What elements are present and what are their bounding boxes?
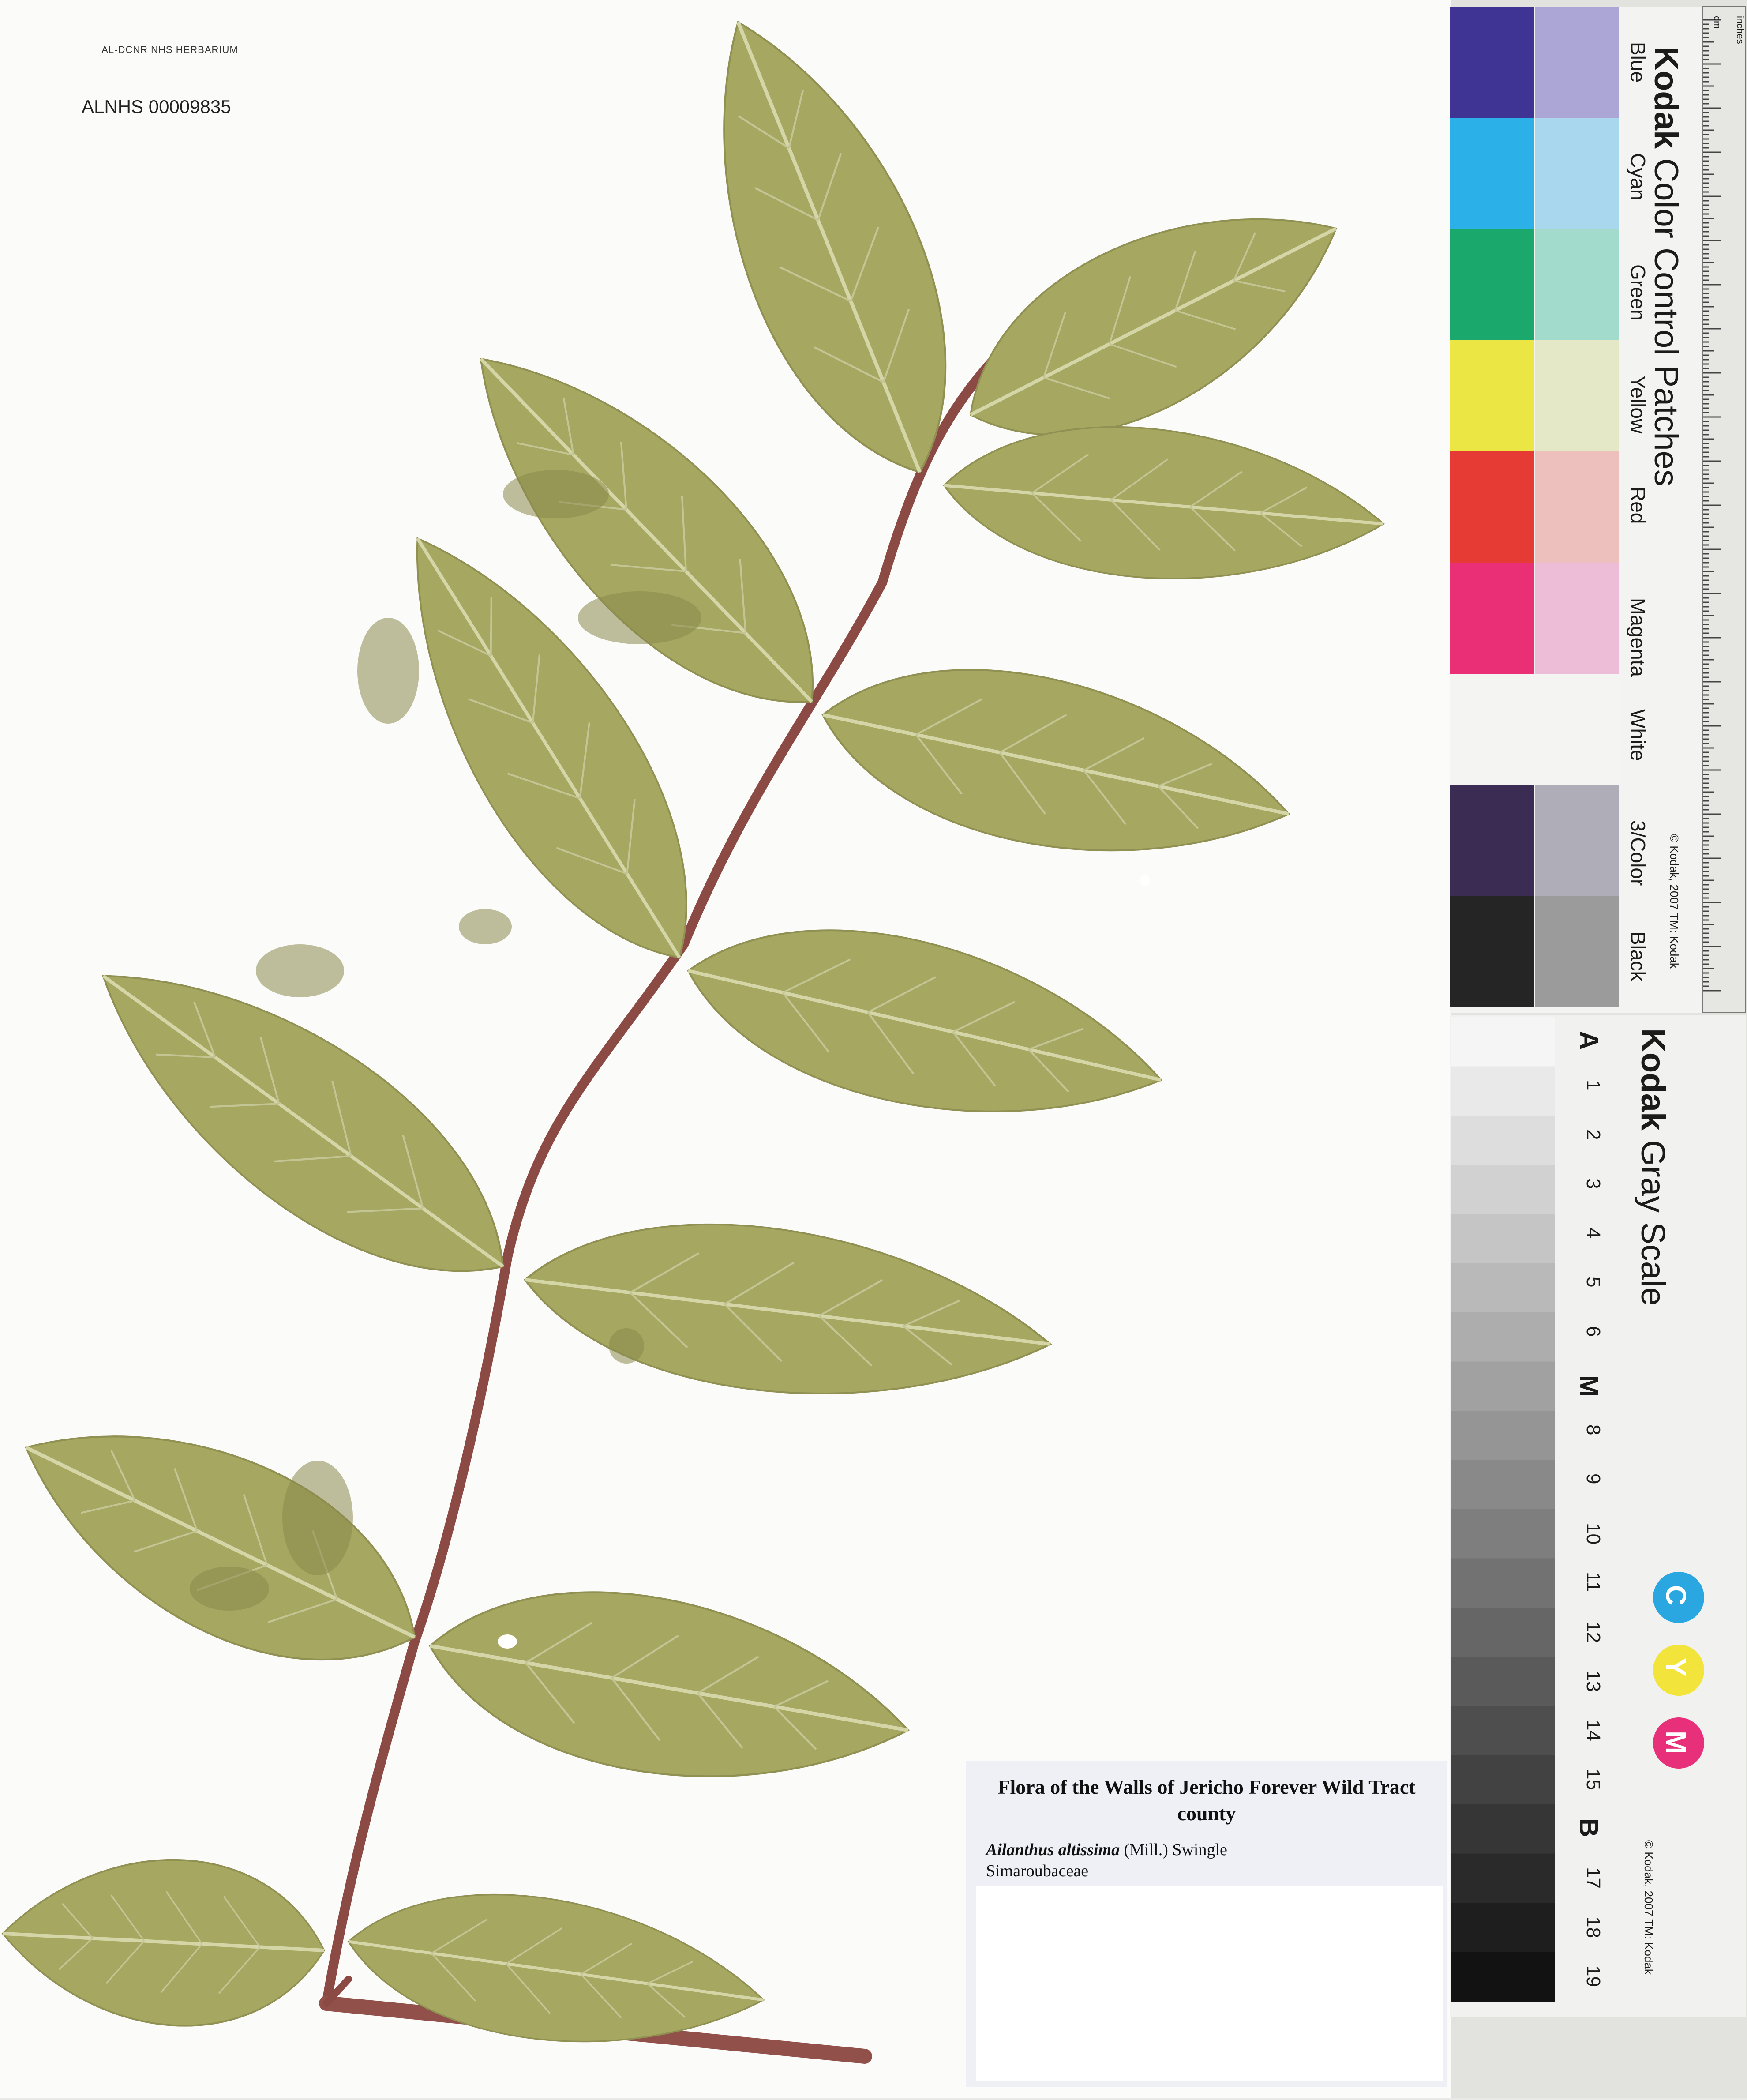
patch-3-color-dark [1450,785,1534,896]
gray-step-label: 17 [1582,1867,1604,1889]
patch-black-light [1535,896,1619,1007]
patch-magenta-dark [1450,563,1534,674]
gray-step-label: 14 [1582,1719,1604,1741]
cmy-letter: M [1660,1731,1692,1754]
patch-label: Blue [1627,42,1650,83]
patch-label: Red [1627,487,1650,524]
gray-step-label: M [1574,1375,1604,1397]
cmy-letter: Y [1660,1658,1692,1677]
gray-step [1451,1509,1555,1559]
barcode-number: ALNHS 00009835 [82,96,231,117]
gray-card-title-text: Gray Scale [1634,1140,1672,1306]
gray-step [1451,1755,1555,1805]
patch-green-dark [1450,229,1534,340]
patch-label: Green [1627,264,1650,321]
gray-step-label: 11 [1582,1572,1604,1592]
gray-step-label: 3 [1582,1178,1604,1189]
gray-step [1451,1411,1555,1461]
label-taxon: Ailanthus altissima (Mill.) Swingle [986,1840,1227,1860]
gray-step [1451,1804,1555,1854]
patch-yellow-light [1535,340,1619,451]
taxon-name: Ailanthus altissima [986,1841,1120,1859]
gray-step [1451,1214,1555,1264]
gray-step-label: 19 [1582,1965,1604,1987]
gray-step-label: 2 [1582,1129,1604,1140]
gray-step [1451,1608,1555,1657]
patch-green-light [1535,229,1619,340]
patch-cyan-dark [1450,118,1534,229]
gray-step [1451,1263,1555,1313]
patch-blue-light [1535,7,1619,118]
specimen-label: Flora of the Walls of Jericho Forever Wi… [966,1761,1447,2087]
gray-step [1451,1312,1555,1362]
patch-label: White [1627,709,1650,761]
barcode-label: AL-DCNR NHS HERBARIUM ALNHS 00009835 [66,44,274,119]
patch-label: Cyan [1627,153,1650,201]
gray-step [1451,1903,1555,1953]
gray-step-label: 15 [1582,1769,1604,1791]
gray-step [1451,1116,1555,1165]
patch-yellow-dark [1450,340,1534,451]
gray-step [1451,1165,1555,1214]
gray-step-label: 1 [1582,1080,1604,1091]
gray-step-label: A [1574,1030,1604,1050]
patch-3-color-light [1535,785,1619,896]
patch-label: Magenta [1627,598,1650,677]
gray-step-label: 8 [1582,1424,1604,1435]
label-family: Simaroubaceae [986,1862,1089,1880]
gray-step [1451,1460,1555,1510]
gray-step [1451,1361,1555,1411]
cmy-letter: C [1660,1585,1692,1606]
gray-step-label: 5 [1582,1277,1604,1288]
patch-black-dark [1450,896,1534,1007]
gray-step [1451,1558,1555,1608]
gray-step [1451,1853,1555,1903]
patch-blue-dark [1450,7,1534,118]
patch-cyan-light [1535,118,1619,229]
color-card-brand: Kodak [1647,46,1685,149]
taxon-authority: (Mill.) Swingle [1124,1841,1227,1859]
gray-step-label: B [1574,1818,1604,1837]
gray-step-label: 18 [1582,1916,1604,1938]
barcode-header: AL-DCNR NHS HERBARIUM [101,44,238,55]
gray-step-label: 4 [1582,1227,1604,1239]
patch-label: Black [1627,932,1650,981]
patch-label: 3/Color [1627,820,1650,886]
patch-magenta-light [1535,563,1619,674]
gray-step [1451,1657,1555,1706]
color-card-title-text: Color Control Patches [1647,158,1685,486]
gray-step-label: 12 [1582,1621,1604,1643]
color-card-title: Kodak Color Control Patches [1647,46,1685,486]
patch-red-dark [1450,451,1534,563]
gray-scale-card [1450,1015,1746,2017]
label-title: Flora of the Walls of Jericho Forever Wi… [997,1776,1416,1825]
gray-step-label: 10 [1582,1522,1604,1544]
gray-step [1451,1706,1555,1756]
patch-white-dark [1450,674,1534,785]
gray-step-label: 6 [1582,1326,1604,1337]
gray-step [1451,1066,1555,1116]
label-blank-area [976,1886,1443,2081]
gray-step-label: 9 [1582,1473,1604,1484]
patch-red-light [1535,451,1619,563]
gray-card-copyright: © Kodak, 2007 TM: Kodak [1642,1840,1655,1975]
gray-card-brand: Kodak [1634,1028,1672,1131]
gray-steps [1451,1017,1555,2002]
patch-label: Yellow [1627,376,1650,434]
patch-white-light [1535,674,1619,785]
gray-step [1451,1017,1555,1067]
color-control-card [1450,6,1746,1013]
ruler-unit-inches: inches [1735,16,1746,44]
color-card-copyright: © Kodak, 2007 TM: Kodak [1668,834,1681,969]
gray-step [1451,1952,1555,2002]
specimen-image [0,0,1747,2098]
gray-card-title: Kodak Gray Scale [1634,1028,1672,1306]
ruler-unit-cm: cm [1712,16,1723,29]
gray-step-label: 13 [1582,1670,1604,1692]
herbarium-sheet: AL-DCNR NHS HERBARIUM ALNHS 00009835 Flo… [0,0,1747,2098]
